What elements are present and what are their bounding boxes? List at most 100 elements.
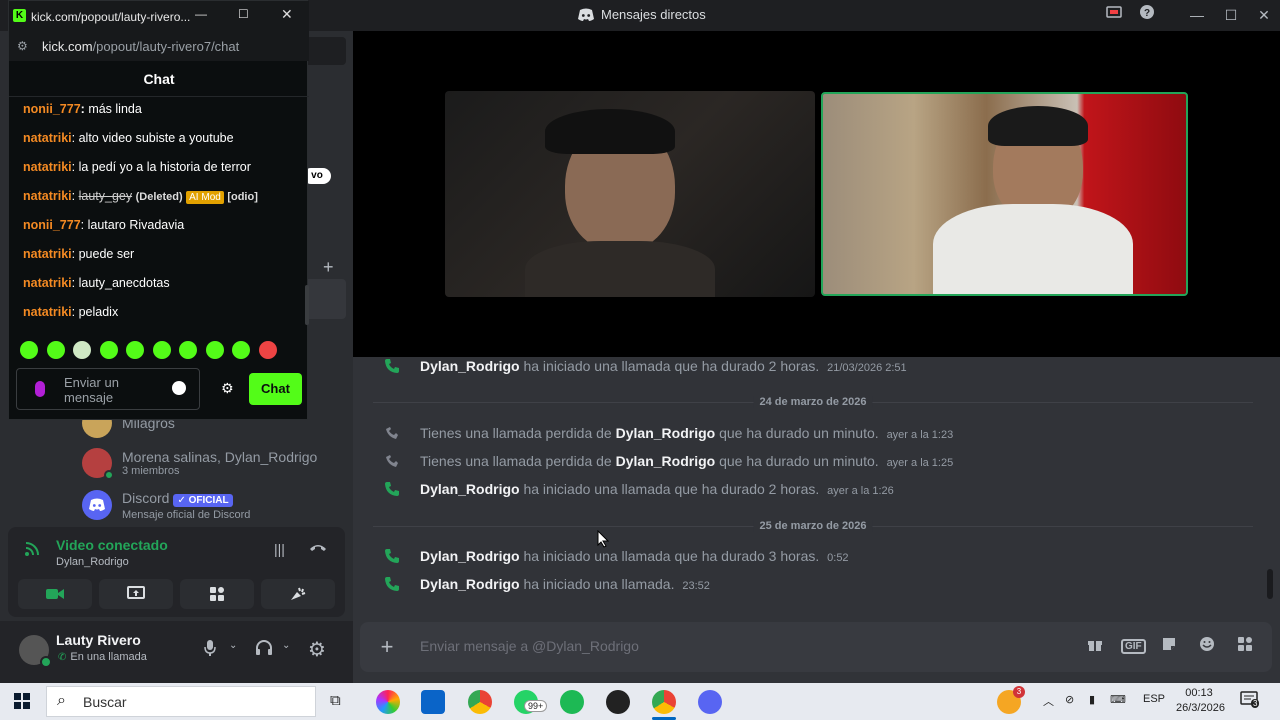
- copilot-icon[interactable]: [376, 690, 400, 714]
- app-icon[interactable]: [606, 690, 630, 714]
- site-settings-icon[interactable]: ⚙: [17, 39, 28, 53]
- close-icon[interactable]: ✕: [281, 6, 293, 23]
- discord-taskbar-icon[interactable]: [698, 690, 722, 714]
- composer-input[interactable]: Enviar mensaje a @Dylan_Rodrigo: [420, 638, 639, 654]
- soundboard-button[interactable]: [261, 579, 335, 609]
- minimize-icon[interactable]: —: [195, 7, 207, 21]
- user-name[interactable]: Lauty Rivero: [56, 632, 141, 648]
- task-view-icon[interactable]: ⧉: [330, 692, 341, 709]
- chat-input-placeholder[interactable]: Enviar un mensaje: [64, 375, 154, 405]
- user-avatar[interactable]: [19, 635, 52, 668]
- emoji-icon[interactable]: [172, 381, 186, 395]
- settings-gear-icon[interactable]: ⚙: [308, 637, 326, 662]
- chevron-up-icon[interactable]: ︿: [1043, 693, 1054, 709]
- activities-button[interactable]: [180, 579, 254, 609]
- chat-send-button[interactable]: Chat: [249, 373, 302, 405]
- screen-share-icon[interactable]: [1100, 4, 1128, 26]
- message-composer[interactable]: + Enviar mensaje a @Dylan_Rodrigo GIF: [360, 622, 1272, 672]
- caller-name[interactable]: Dylan_Rodrigo: [616, 453, 716, 469]
- weather-icon[interactable]: 3: [997, 686, 1025, 714]
- spotify-icon[interactable]: [560, 690, 584, 714]
- network-icon[interactable]: ⊘: [1065, 693, 1074, 706]
- dm-item-group[interactable]: Morena salinas, Dylan_Rodrigo 3 miembros: [82, 443, 344, 483]
- voice-status[interactable]: Video conectado: [56, 537, 168, 553]
- microphone-icon[interactable]: [35, 381, 45, 397]
- caller-name[interactable]: Dylan_Rodrigo: [616, 425, 716, 441]
- caller-name[interactable]: Dylan_Rodrigo: [420, 576, 520, 592]
- chrome-profile-icon[interactable]: [652, 690, 676, 714]
- emote-icon[interactable]: [153, 341, 171, 359]
- video-tile-remote[interactable]: [445, 91, 815, 297]
- emote-icon[interactable]: [126, 341, 144, 359]
- chat-input[interactable]: Enviar un mensaje: [16, 368, 200, 410]
- emote-icon[interactable]: [206, 341, 224, 359]
- taskbar-search[interactable]: ⌕ Buscar: [46, 686, 316, 717]
- voice-channel[interactable]: Dylan_Rodrigo: [56, 556, 129, 568]
- screen-share-button[interactable]: [99, 579, 173, 609]
- chat-username[interactable]: natatriki: [23, 160, 72, 174]
- chat-username[interactable]: natatriki: [23, 276, 72, 290]
- add-attachment-icon[interactable]: +: [374, 634, 400, 660]
- caller-name[interactable]: Dylan_Rodrigo: [420, 358, 520, 374]
- chrome-icon[interactable]: [468, 690, 492, 714]
- clock[interactable]: 00:13 26/3/2026: [1176, 686, 1225, 716]
- chat-username[interactable]: natatriki: [23, 189, 72, 203]
- help-icon[interactable]: ?: [1133, 4, 1161, 26]
- chat-message: natatriki: la pedí yo a la historia de t…: [23, 160, 251, 174]
- close-icon[interactable]: ✕: [1250, 4, 1278, 26]
- emote-icon[interactable]: [73, 341, 91, 359]
- url-text[interactable]: kick.com/popout/lauty-rivero7/chat: [42, 39, 239, 54]
- camera-button[interactable]: [18, 579, 92, 609]
- chat-text: la pedí yo a la historia de terror: [78, 160, 251, 174]
- chat-settings-gear-icon[interactable]: ⚙: [221, 380, 234, 397]
- microphone-icon[interactable]: [203, 639, 217, 662]
- noise-suppression-icon[interactable]: |||: [274, 541, 285, 557]
- timestamp: 21/03/2026 2:51: [827, 362, 907, 374]
- timestamp: 23:52: [682, 580, 710, 592]
- gif-icon[interactable]: GIF: [1121, 636, 1146, 658]
- caller-name[interactable]: Dylan_Rodrigo: [420, 481, 520, 497]
- minimize-icon[interactable]: —: [1183, 4, 1211, 26]
- chat-username[interactable]: natatriki: [23, 247, 72, 261]
- create-dm-plus-icon[interactable]: +: [323, 257, 334, 278]
- language-indicator[interactable]: ESP: [1143, 693, 1165, 705]
- emote-icon[interactable]: [179, 341, 197, 359]
- microphone-tray-icon[interactable]: ▮: [1089, 693, 1095, 706]
- chat-text: alto video subiste a youtube: [78, 131, 234, 145]
- sticker-icon[interactable]: [1158, 636, 1180, 658]
- chevron-down-icon[interactable]: ⌄: [229, 640, 237, 651]
- chat-username[interactable]: natatriki: [23, 131, 72, 145]
- emote-icon[interactable]: [100, 341, 118, 359]
- chat-username[interactable]: natatriki: [23, 305, 72, 319]
- emoji-icon[interactable]: [1196, 636, 1218, 658]
- message-text: Tienes una llamada perdida de: [420, 453, 616, 469]
- video-tile-self[interactable]: [821, 92, 1188, 296]
- dm-subtitle: 3 miembros: [122, 465, 180, 477]
- emote-icon[interactable]: [232, 341, 250, 359]
- chat-scrollbar[interactable]: [305, 285, 309, 325]
- maximize-icon[interactable]: ☐: [238, 7, 249, 21]
- windows-start-icon[interactable]: [14, 693, 30, 714]
- outlook-icon[interactable]: [421, 690, 445, 714]
- disconnect-icon[interactable]: [308, 539, 328, 560]
- gift-icon[interactable]: [1084, 636, 1106, 658]
- headphones-icon[interactable]: [255, 639, 273, 662]
- search-placeholder[interactable]: Buscar: [83, 694, 127, 710]
- caller-name[interactable]: Dylan_Rodrigo: [420, 548, 520, 564]
- chat-username[interactable]: nonii_777: [23, 102, 81, 116]
- whatsapp-icon[interactable]: 99+: [514, 690, 548, 714]
- scrollbar-thumb[interactable]: [1267, 569, 1273, 599]
- notifications-icon[interactable]: 3: [1240, 691, 1260, 710]
- timestamp: ayer a la 1:23: [886, 429, 954, 441]
- emote-icon[interactable]: [20, 341, 38, 359]
- apps-icon[interactable]: [1234, 636, 1256, 658]
- maximize-icon[interactable]: ☐: [1217, 4, 1245, 26]
- keyboard-icon[interactable]: ⌨: [1110, 693, 1126, 706]
- kick-address-bar[interactable]: ⚙ kick.com/popout/lauty-rivero7/chat: [9, 31, 309, 61]
- signal-icon: [24, 541, 42, 562]
- chat-username[interactable]: nonii_777: [23, 218, 81, 232]
- emote-icon[interactable]: [259, 341, 277, 359]
- chevron-down-icon[interactable]: ⌄: [282, 640, 290, 651]
- dm-item-discord[interactable]: Discord ✓ OFICIAL Mensaje oficial de Disc…: [82, 485, 344, 525]
- emote-icon[interactable]: [47, 341, 65, 359]
